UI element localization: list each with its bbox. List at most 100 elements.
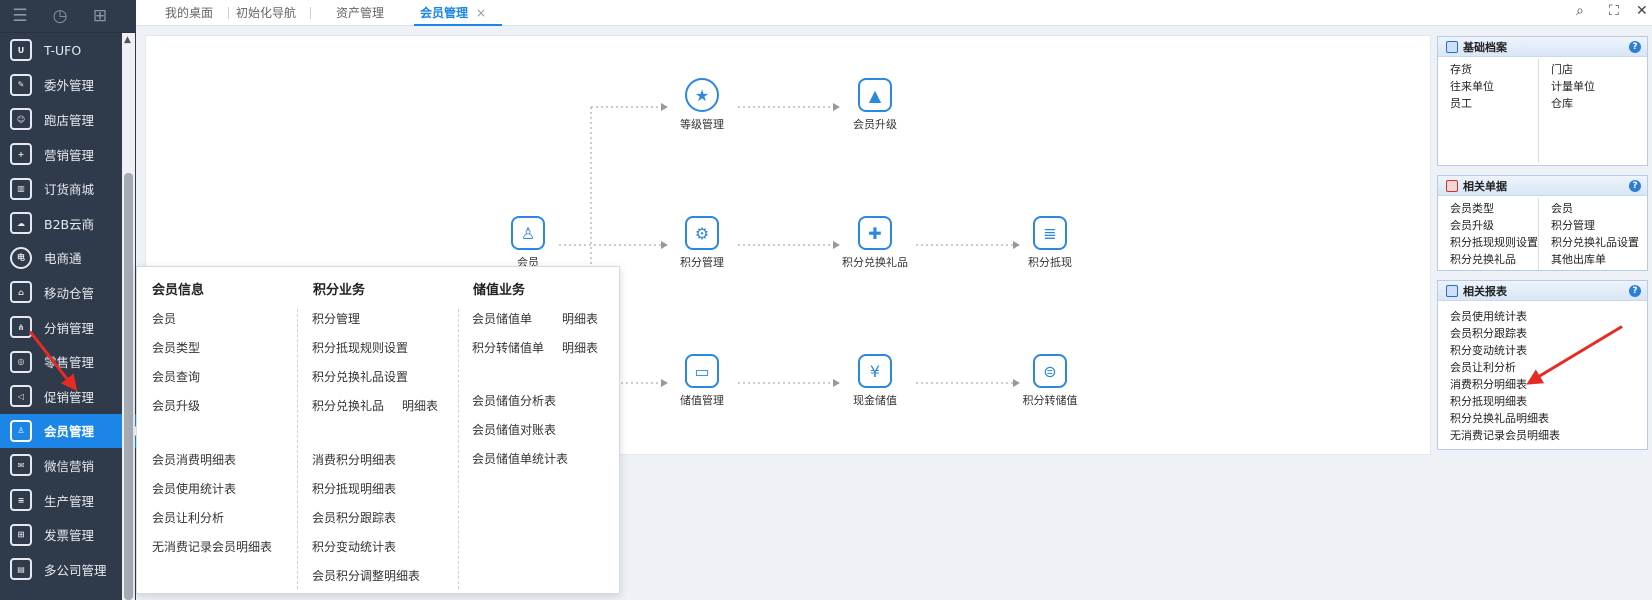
menu-item[interactable]: 积分兑换礼品 bbox=[312, 397, 384, 414]
flow-node-level[interactable]: ★ 等级管理 bbox=[662, 78, 742, 132]
sidebar-item-mall[interactable]: ▥ 订货商城 bbox=[0, 171, 136, 206]
sidebar-item-multi-company[interactable]: ▤ 多公司管理 bbox=[0, 552, 136, 587]
search-icon[interactable]: ⌕ bbox=[1576, 3, 1584, 19]
panel-link[interactable]: 往来单位 bbox=[1450, 78, 1494, 94]
flow-node-deduct[interactable]: ≣ 积分抵现 bbox=[1010, 216, 1090, 270]
close-icon[interactable]: ✕ bbox=[1636, 3, 1648, 19]
menu-item[interactable]: 消费积分明细表 bbox=[312, 451, 396, 468]
tab-init-nav[interactable]: 初始化导航 bbox=[236, 0, 296, 26]
panel-link[interactable]: 会员升级 bbox=[1450, 217, 1494, 233]
history-icon[interactable]: ◷ bbox=[40, 6, 80, 26]
report-link[interactable]: 无消费记录会员明细表 bbox=[1450, 427, 1560, 443]
sidebar-scrollbar[interactable]: ▲ bbox=[122, 33, 135, 600]
panel-link[interactable]: 积分管理 bbox=[1551, 217, 1595, 233]
menu-item[interactable]: 会员储值分析表 bbox=[472, 392, 556, 409]
flow-node-cash[interactable]: ¥ 现金储值 bbox=[835, 354, 915, 408]
panel-link[interactable]: 会员类型 bbox=[1450, 200, 1494, 216]
sidebar-item-invoice[interactable]: ⊞ 发票管理 bbox=[0, 517, 136, 552]
menu-item[interactable]: 会员使用统计表 bbox=[152, 480, 236, 497]
sidebar-item-retail[interactable]: ◎ 零售管理 bbox=[0, 344, 136, 379]
report-link[interactable]: 会员使用统计表 bbox=[1450, 308, 1527, 324]
menu-item[interactable]: 积分变动统计表 bbox=[312, 538, 396, 555]
add-tab-icon[interactable]: ⊞ bbox=[80, 6, 120, 26]
menu-item[interactable]: 积分抵现规则设置 bbox=[312, 339, 408, 356]
column-divider bbox=[1538, 198, 1539, 270]
menu-item[interactable]: 会员消费明细表 bbox=[152, 451, 236, 468]
panel-link[interactable]: 会员 bbox=[1551, 200, 1573, 216]
sidebar-item-b2b[interactable]: ☁ B2B云商 bbox=[0, 206, 136, 241]
help-icon[interactable]: ? bbox=[1629, 40, 1641, 53]
tab-member-label: 会员管理 bbox=[420, 6, 469, 20]
menu-item[interactable]: 会员升级 bbox=[152, 397, 200, 414]
report-link[interactable]: 积分抵现明细表 bbox=[1450, 393, 1527, 409]
sidebar-item-wechat[interactable]: ✉ 微信营销 bbox=[0, 448, 136, 483]
b2b-icon: ☁ bbox=[10, 212, 32, 235]
mall-icon: ▥ bbox=[10, 177, 32, 200]
tab-asset[interactable]: 资产管理 bbox=[336, 0, 384, 26]
menu-item[interactable]: 会员储值单 bbox=[472, 310, 532, 327]
sidebar-item-label: 移动仓管 bbox=[44, 285, 95, 301]
panel-link[interactable]: 仓库 bbox=[1551, 95, 1573, 111]
sidebar-item-marketing[interactable]: + 营销管理 bbox=[0, 137, 136, 172]
panel-link[interactable]: 积分兑换礼品设置 bbox=[1551, 234, 1639, 250]
panel-link[interactable]: 计量单位 bbox=[1551, 78, 1595, 94]
invoice-icon: ⊞ bbox=[10, 523, 32, 546]
sidebar-item-production[interactable]: ≡ 生产管理 bbox=[0, 483, 136, 518]
menu-item-detail[interactable]: 明细表 bbox=[562, 339, 598, 356]
menu-item[interactable]: 会员积分调整明细表 bbox=[312, 567, 420, 584]
close-tab-icon[interactable]: × bbox=[476, 6, 486, 20]
report-icon bbox=[1446, 284, 1458, 297]
scrollbar-thumb[interactable] bbox=[124, 173, 133, 600]
menu-column-member-info: 会员信息 bbox=[152, 279, 204, 312]
tab-member[interactable]: 会员管理 × bbox=[414, 0, 502, 26]
panel-link[interactable]: 存货 bbox=[1450, 61, 1472, 77]
menu-item[interactable]: 积分兑换礼品设置 bbox=[312, 368, 408, 385]
menu-item[interactable]: 会员类型 bbox=[152, 339, 200, 356]
fullscreen-icon[interactable]: ⛶ bbox=[1609, 3, 1619, 19]
menu-item[interactable]: 积分管理 bbox=[312, 310, 360, 327]
report-link[interactable]: 积分兑换礼品明细表 bbox=[1450, 410, 1549, 426]
help-icon[interactable]: ? bbox=[1629, 284, 1641, 297]
ufo-icon: U bbox=[10, 39, 32, 62]
sidebar-item-mobile-warehouse[interactable]: ⌂ 移动仓管 bbox=[0, 275, 136, 310]
flow-node-stored[interactable]: ▭ 储值管理 bbox=[662, 354, 742, 408]
menu-item[interactable]: 会员储值对账表 bbox=[472, 421, 556, 438]
panel-link[interactable]: 门店 bbox=[1551, 61, 1573, 77]
member-menu-popup: 会员信息 会员 会员类型 会员查询 会员升级 会员消费明细表 会员使用统计表 会… bbox=[136, 266, 620, 594]
scroll-up-icon[interactable]: ▲ bbox=[124, 35, 131, 45]
menu-item[interactable]: 会员让利分析 bbox=[152, 509, 224, 526]
panel-title: 相关报表 bbox=[1463, 284, 1507, 298]
sidebar-item-outsource[interactable]: ✎ 委外管理 bbox=[0, 68, 136, 103]
help-icon[interactable]: ? bbox=[1629, 179, 1641, 192]
menu-item[interactable]: 会员查询 bbox=[152, 368, 200, 385]
menu-item-detail[interactable]: 明细表 bbox=[562, 310, 598, 327]
tab-my-desktop[interactable]: 我的桌面 bbox=[165, 0, 213, 26]
panel-link[interactable]: 员工 bbox=[1450, 95, 1472, 111]
menu-item[interactable]: 积分转储值单 bbox=[472, 339, 544, 356]
sidebar-item-ecommerce[interactable]: 电电商通 bbox=[0, 241, 136, 276]
sidebar-item-store-visit[interactable]: ☺ 跑店管理 bbox=[0, 102, 136, 137]
report-link[interactable]: 会员让利分析 bbox=[1450, 359, 1516, 375]
menu-item-detail[interactable]: 明细表 bbox=[402, 397, 438, 414]
menu-item[interactable]: 会员积分跟踪表 bbox=[312, 509, 396, 526]
flow-node-points-stored[interactable]: ⊜ 积分转储值 bbox=[1010, 354, 1090, 408]
report-link[interactable]: 积分变动统计表 bbox=[1450, 342, 1527, 358]
panel-link[interactable]: 其他出库单 bbox=[1551, 251, 1606, 267]
sidebar-item-t-ufo[interactable]: U T-UFO bbox=[0, 33, 136, 68]
flow-node-points[interactable]: ⚙ 积分管理 bbox=[662, 216, 742, 270]
report-link[interactable]: 会员积分跟踪表 bbox=[1450, 325, 1527, 341]
flow-node-member[interactable]: ♙ 会员 bbox=[488, 216, 568, 270]
report-link[interactable]: 消费积分明细表 bbox=[1450, 376, 1527, 392]
menu-icon[interactable]: ☰ bbox=[0, 6, 40, 26]
menu-item[interactable]: 无消费记录会员明细表 bbox=[152, 538, 272, 555]
flow-node-upgrade[interactable]: ▲ 会员升级 bbox=[835, 78, 915, 132]
panel-link[interactable]: 积分兑换礼品 bbox=[1450, 251, 1516, 267]
menu-item[interactable]: 会员储值单统计表 bbox=[472, 450, 568, 467]
sidebar-item-member[interactable]: ♙ 会员管理 bbox=[0, 413, 137, 449]
menu-column-title: 储值业务 bbox=[473, 283, 526, 298]
sidebar-item-distribution[interactable]: ⋔ 分销管理 bbox=[0, 310, 136, 345]
panel-link[interactable]: 积分抵现规则设置 bbox=[1450, 234, 1538, 250]
flow-node-gift[interactable]: ✚ 积分兑换礼品 bbox=[835, 216, 915, 270]
menu-item[interactable]: 积分抵现明细表 bbox=[312, 480, 396, 497]
menu-item[interactable]: 会员 bbox=[152, 310, 176, 327]
